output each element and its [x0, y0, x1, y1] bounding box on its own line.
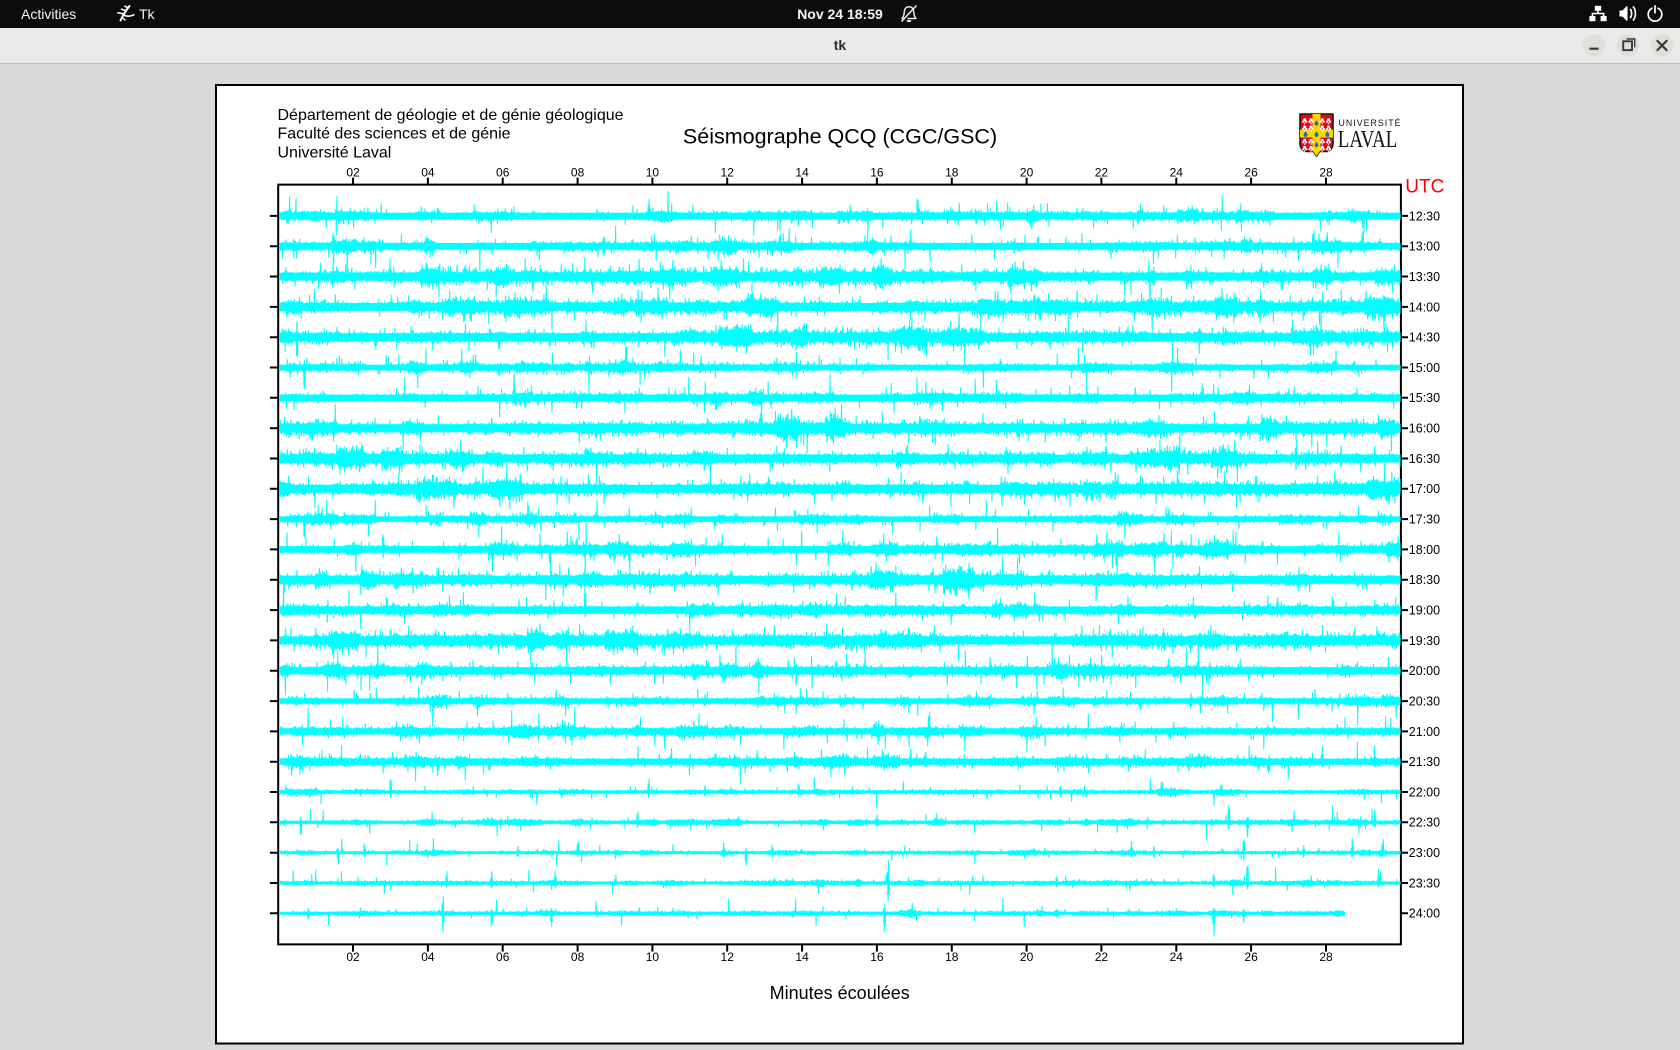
svg-text:20: 20	[1020, 165, 1034, 179]
svg-text:Séismographe QCQ (CGC/GSC): Séismographe QCQ (CGC/GSC)	[683, 125, 997, 149]
svg-text:20:00: 20:00	[1409, 664, 1440, 678]
svg-text:04: 04	[421, 950, 435, 964]
svg-text:14: 14	[795, 950, 809, 964]
svg-text:18:00: 18:00	[1409, 543, 1440, 557]
svg-text:UTC: UTC	[1405, 176, 1444, 197]
svg-text:18: 18	[945, 165, 959, 179]
svg-text:10: 10	[646, 950, 660, 964]
svg-text:19:00: 19:00	[1409, 604, 1440, 618]
svg-text:Département de géologie et de: Département de géologie et de génie géol…	[278, 107, 624, 124]
svg-text:08: 08	[571, 165, 585, 179]
svg-text:17:30: 17:30	[1409, 513, 1440, 527]
svg-text:21:00: 21:00	[1409, 725, 1440, 739]
svg-text:20: 20	[1020, 950, 1034, 964]
svg-text:16:00: 16:00	[1409, 422, 1440, 436]
svg-text:10: 10	[646, 165, 660, 179]
svg-text:12: 12	[721, 950, 735, 964]
svg-text:LAVAL: LAVAL	[1338, 127, 1398, 153]
svg-text:23:00: 23:00	[1409, 846, 1440, 860]
svg-text:26: 26	[1244, 165, 1258, 179]
svg-text:15:30: 15:30	[1409, 391, 1440, 405]
svg-text:Université Laval: Université Laval	[278, 145, 392, 162]
svg-text:21:30: 21:30	[1409, 755, 1440, 769]
svg-text:Faculté des sciences et de gén: Faculté des sciences et de génie	[278, 126, 511, 143]
svg-text:13:00: 13:00	[1409, 240, 1440, 254]
svg-text:18: 18	[945, 950, 959, 964]
svg-text:12:30: 12:30	[1409, 209, 1440, 223]
svg-text:14:30: 14:30	[1409, 331, 1440, 345]
svg-text:18:30: 18:30	[1409, 573, 1440, 587]
svg-text:28: 28	[1319, 165, 1333, 179]
svg-text:Tk: Tk	[139, 6, 156, 22]
svg-text:16:30: 16:30	[1409, 452, 1440, 466]
svg-text:22: 22	[1095, 165, 1109, 179]
svg-text:19:30: 19:30	[1409, 634, 1440, 648]
svg-text:06: 06	[496, 950, 510, 964]
svg-text:14: 14	[795, 165, 809, 179]
svg-text:17:00: 17:00	[1409, 482, 1440, 496]
svg-text:Minutes écoulées: Minutes écoulées	[770, 983, 910, 1003]
svg-text:22: 22	[1095, 950, 1109, 964]
svg-text:26: 26	[1244, 950, 1258, 964]
svg-text:16: 16	[870, 165, 884, 179]
svg-text:24: 24	[1170, 950, 1184, 964]
svg-text:08: 08	[571, 950, 585, 964]
svg-text:tk: tk	[834, 37, 847, 53]
svg-text:14:00: 14:00	[1409, 300, 1440, 314]
svg-text:20:30: 20:30	[1409, 695, 1440, 709]
svg-text:06: 06	[496, 165, 510, 179]
svg-text:12: 12	[721, 165, 735, 179]
svg-text:13:30: 13:30	[1409, 270, 1440, 284]
svg-text:02: 02	[346, 950, 360, 964]
svg-text:04: 04	[421, 165, 435, 179]
svg-text:28: 28	[1319, 950, 1333, 964]
svg-text:23:30: 23:30	[1409, 876, 1440, 890]
svg-text:22:30: 22:30	[1409, 816, 1440, 830]
svg-text:Activities: Activities	[21, 6, 76, 22]
svg-text:16: 16	[870, 950, 884, 964]
svg-text:22:00: 22:00	[1409, 785, 1440, 799]
svg-text:02: 02	[346, 165, 360, 179]
svg-text:24: 24	[1170, 165, 1184, 179]
svg-text:24:00: 24:00	[1409, 907, 1440, 921]
svg-text:Nov 24 18:59: Nov 24 18:59	[797, 6, 883, 22]
svg-text:15:00: 15:00	[1409, 361, 1440, 375]
